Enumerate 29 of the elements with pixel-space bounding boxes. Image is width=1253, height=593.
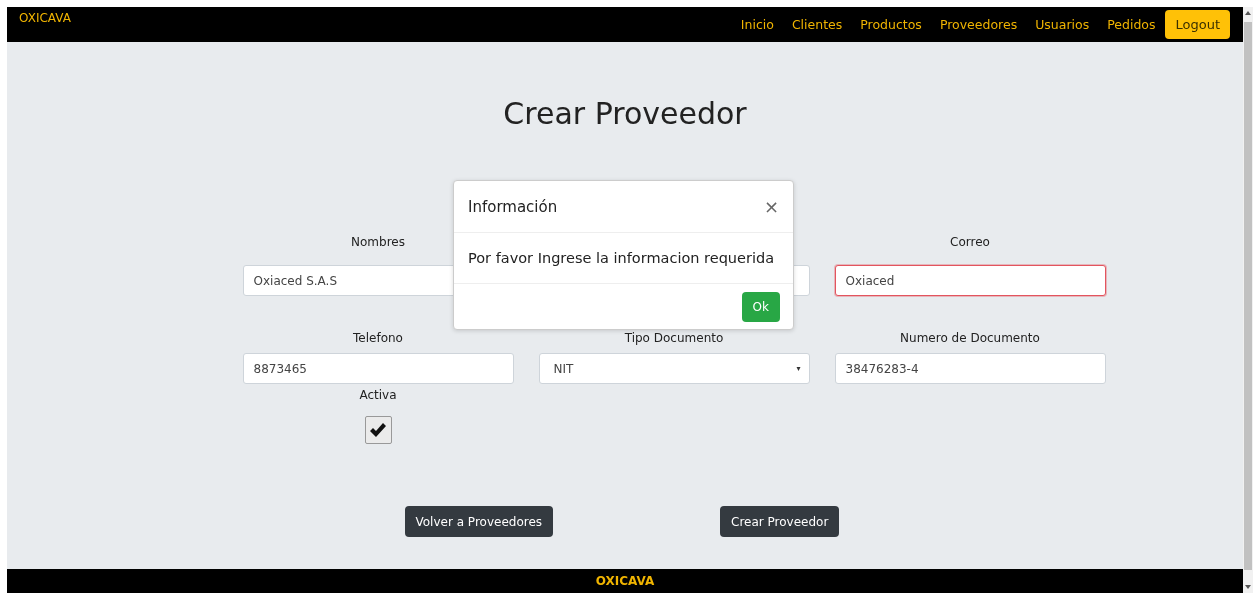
checkbox[interactable] [364, 416, 392, 444]
input-field[interactable]: 38476283-4 [834, 353, 1106, 384]
field-label: Tipo Documento [624, 331, 724, 347]
footer-text: OXICAVA [595, 574, 655, 588]
nav-link[interactable]: Usuarios [1026, 17, 1099, 32]
nav-link[interactable]: Clientes [782, 17, 852, 32]
modal-title: Información [468, 197, 558, 216]
checkbox-label: Activa [359, 388, 397, 404]
nav-link[interactable]: Proveedores [930, 17, 1027, 32]
nav-link[interactable]: Inicio [731, 17, 783, 32]
logout-button[interactable]: Logout [1165, 10, 1230, 39]
page-title: Crear Proveedor [503, 96, 747, 131]
input-field[interactable]: Oxiaced [834, 265, 1106, 296]
nav-link[interactable]: Pedidos [1098, 17, 1165, 32]
input-field[interactable]: 8873465 [242, 353, 514, 384]
nav-link[interactable]: Productos [851, 17, 931, 32]
create-button[interactable]: Crear Proveedor [720, 506, 840, 537]
caret-icon: ▾ [796, 364, 801, 373]
brand[interactable]: OXICAVA [19, 11, 71, 25]
field-label: Numero de Documento [900, 331, 1040, 347]
close-button[interactable]: × [763, 196, 779, 217]
modal-message: Por favor Ingrese la informacion requerida [468, 250, 775, 266]
field-label: Correo [950, 235, 990, 251]
select-field[interactable]: NIT ▾ [538, 353, 810, 384]
back-button[interactable]: Volver a Proveedores [404, 506, 554, 537]
check-icon [369, 422, 387, 438]
scrollbar[interactable] [1243, 7, 1253, 593]
field-label: Telefono [353, 331, 403, 347]
field-label: Nombres [351, 235, 405, 251]
